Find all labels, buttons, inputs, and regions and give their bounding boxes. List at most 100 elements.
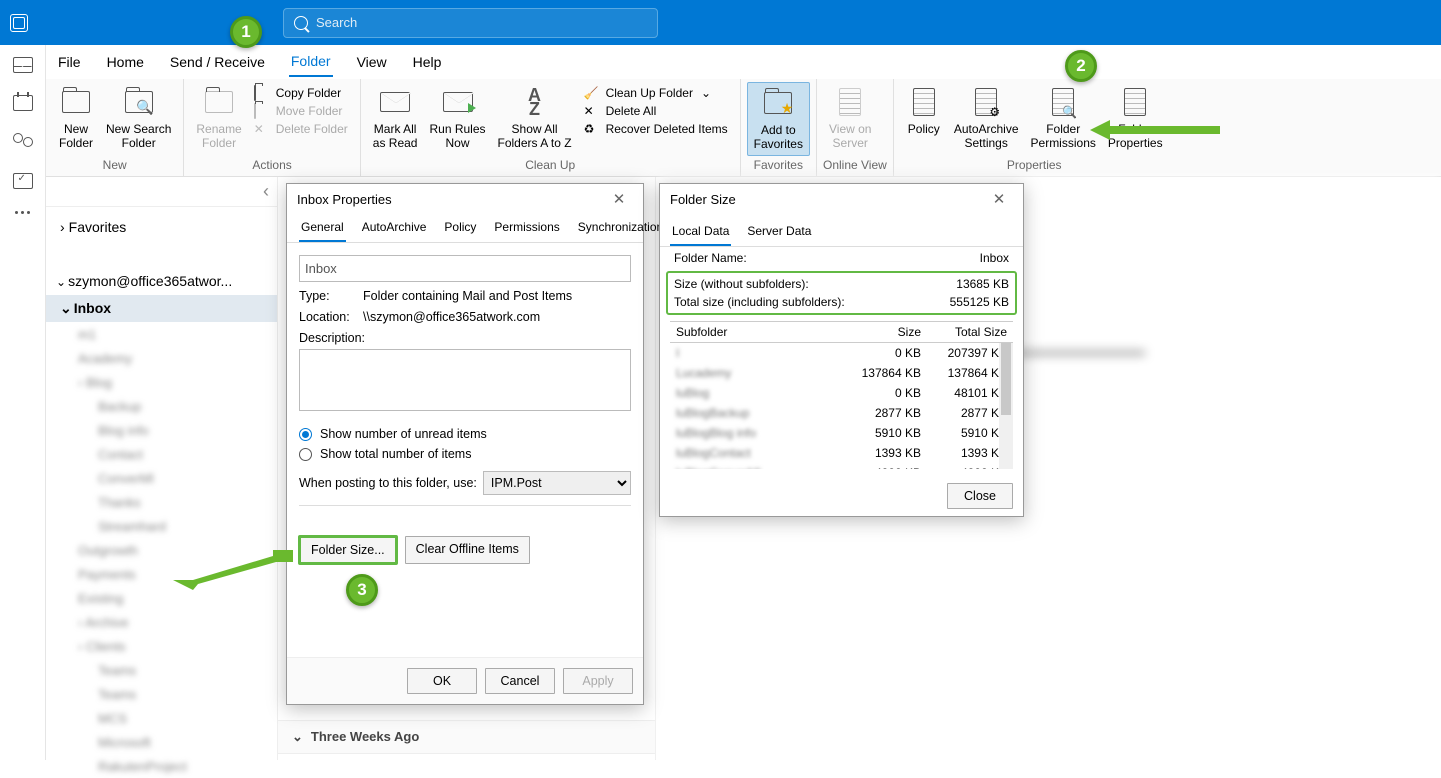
tab-policy[interactable]: Policy bbox=[442, 214, 478, 242]
table-row[interactable]: Lucademy137864 KB137864 KB bbox=[670, 363, 1013, 383]
tab-server-data[interactable]: Server Data bbox=[745, 218, 813, 246]
close-button[interactable]: Close bbox=[947, 483, 1013, 509]
folder-size-dialog: Folder Size ✕ Local Data Server Data Fol… bbox=[659, 183, 1024, 517]
clear-offline-button[interactable]: Clear Offline Items bbox=[405, 536, 530, 564]
tab-general[interactable]: General bbox=[299, 214, 346, 242]
show-all-az-button[interactable]: AZ Show All Folders A to Z bbox=[492, 82, 578, 154]
date-section[interactable]: Three Weeks Ago bbox=[278, 720, 655, 754]
list-item[interactable]: › Clients bbox=[64, 634, 277, 658]
subfolder-table: Subfolder Size Total Size I0 KB207397 KB… bbox=[670, 321, 1013, 469]
list-item[interactable]: Blog info bbox=[64, 418, 277, 442]
menu-file[interactable]: File bbox=[56, 48, 83, 76]
folder-name-field[interactable] bbox=[299, 255, 631, 282]
table-row[interactable]: luBlogBlog info5910 KB5910 KB bbox=[670, 423, 1013, 443]
menu-bar: File Home Send / Receive Folder View Hel… bbox=[46, 45, 1441, 79]
ribbon-group-cleanup: Mark All as Read Run Rules Now AZ Show A… bbox=[361, 79, 741, 176]
menu-home[interactable]: Home bbox=[105, 48, 146, 76]
new-folder-button[interactable]: New Folder bbox=[52, 82, 100, 154]
close-icon[interactable]: ✕ bbox=[985, 190, 1013, 208]
collapse-nav-icon[interactable]: ‹ bbox=[263, 181, 269, 202]
ribbon-group-actions: Rename Folder Copy Folder Move Folder ✕D… bbox=[184, 79, 360, 176]
list-item[interactable]: Microsoft bbox=[64, 730, 277, 754]
tasks-icon[interactable] bbox=[13, 173, 33, 189]
scrollbar[interactable] bbox=[999, 343, 1013, 469]
tab-local-data[interactable]: Local Data bbox=[670, 218, 731, 246]
ok-button[interactable]: OK bbox=[407, 668, 477, 694]
description-textarea[interactable] bbox=[299, 349, 631, 411]
list-item[interactable]: ConverMl bbox=[64, 466, 277, 490]
radio-unread[interactable]: Show number of unread items bbox=[299, 427, 631, 441]
location-label: Location: bbox=[299, 310, 363, 324]
list-item[interactable]: m1 bbox=[64, 322, 277, 346]
calendar-icon[interactable] bbox=[13, 95, 33, 111]
delete-all-button[interactable]: ✕Delete All bbox=[584, 104, 728, 118]
add-to-favorites-button[interactable]: ★ Add to Favorites bbox=[747, 82, 810, 156]
callout-2: 2 bbox=[1065, 50, 1097, 82]
group-label-properties: Properties bbox=[900, 156, 1169, 176]
list-item[interactable]: › Blog bbox=[64, 370, 277, 394]
run-rules-button[interactable]: Run Rules Now bbox=[423, 82, 491, 154]
tab-synchronization[interactable]: Synchronization bbox=[576, 214, 665, 242]
dialog-tabs: General AutoArchive Policy Permissions S… bbox=[287, 214, 643, 243]
list-item[interactable]: MCS bbox=[64, 706, 277, 730]
list-item[interactable]: Contact bbox=[64, 442, 277, 466]
group-label-new: New bbox=[52, 156, 177, 176]
account-node[interactable]: szymon@office365atwor... bbox=[46, 267, 277, 295]
close-icon[interactable]: ✕ bbox=[605, 190, 633, 208]
tab-autoarchive[interactable]: AutoArchive bbox=[360, 214, 429, 242]
inbox-properties-dialog: Inbox Properties ✕ General AutoArchive P… bbox=[286, 183, 644, 705]
list-item[interactable]: Streamhard bbox=[64, 514, 277, 538]
menu-help[interactable]: Help bbox=[411, 48, 444, 76]
tab-permissions[interactable]: Permissions bbox=[492, 214, 561, 242]
col-size: Size bbox=[841, 322, 927, 342]
new-search-folder-button[interactable]: 🔍 New Search Folder bbox=[100, 82, 177, 154]
autoarchive-settings-button[interactable]: ⚙ AutoArchive Settings bbox=[948, 82, 1025, 154]
folder-nav-pane: ‹ Favorites szymon@office365atwor... ⌄In… bbox=[46, 177, 278, 760]
type-label: Type: bbox=[299, 289, 363, 303]
list-item[interactable]: Backup bbox=[64, 394, 277, 418]
ribbon-group-favorites: ★ Add to Favorites Favorites bbox=[741, 79, 817, 176]
folder-size-button[interactable]: Folder Size... bbox=[299, 536, 397, 564]
clean-up-folder-button[interactable]: 🧹Clean Up Folder ⌄ bbox=[584, 86, 728, 100]
table-row[interactable]: I0 KB207397 KB bbox=[670, 343, 1013, 363]
ribbon-group-new: New Folder 🔍 New Search Folder New bbox=[46, 79, 184, 176]
table-row[interactable]: luBlogConverMl4822 KB4822 KB bbox=[670, 463, 1013, 469]
post-select[interactable]: IPM.Post bbox=[483, 471, 631, 495]
menu-send-receive[interactable]: Send / Receive bbox=[168, 48, 267, 76]
recover-deleted-button[interactable]: ♻Recover Deleted Items bbox=[584, 122, 728, 136]
size-value: 13685 KB bbox=[956, 277, 1009, 291]
description-label: Description: bbox=[299, 331, 631, 345]
table-row[interactable]: luBlogBackup2877 KB2877 KB bbox=[670, 403, 1013, 423]
total-size-value: 555125 KB bbox=[950, 295, 1009, 309]
apply-button[interactable]: Apply bbox=[563, 668, 633, 694]
menu-view[interactable]: View bbox=[355, 48, 389, 76]
table-row[interactable]: luBlogContact1393 KB1393 KB bbox=[670, 443, 1013, 463]
more-icon[interactable] bbox=[13, 211, 33, 215]
list-item[interactable]: Teams bbox=[64, 658, 277, 682]
menu-folder[interactable]: Folder bbox=[289, 47, 333, 77]
list-item[interactable]: › Archive bbox=[64, 610, 277, 634]
copy-folder-button[interactable]: Copy Folder bbox=[254, 86, 348, 100]
list-item[interactable]: Teams bbox=[64, 682, 277, 706]
col-total-size: Total Size bbox=[927, 322, 1013, 342]
radio-total[interactable]: Show total number of items bbox=[299, 447, 631, 461]
group-label-actions: Actions bbox=[190, 156, 353, 176]
table-row[interactable]: luBlog0 KB48101 KB bbox=[670, 383, 1013, 403]
policy-button[interactable]: Policy bbox=[900, 82, 948, 140]
cancel-button[interactable]: Cancel bbox=[485, 668, 555, 694]
move-folder-button: Move Folder bbox=[254, 104, 348, 118]
folder-properties-button[interactable]: Folder Properties bbox=[1102, 82, 1169, 154]
folder-permissions-button[interactable]: 🔍 Folder Permissions bbox=[1025, 82, 1102, 154]
callout-1: 1 bbox=[230, 16, 262, 48]
left-rail bbox=[0, 45, 46, 760]
search-input[interactable]: Search bbox=[283, 8, 658, 38]
people-icon[interactable] bbox=[13, 133, 33, 151]
list-item[interactable]: Thanks bbox=[64, 490, 277, 514]
size-label: Size (without subfolders): bbox=[674, 277, 809, 291]
mail-icon[interactable] bbox=[13, 57, 33, 73]
list-item[interactable]: Academy bbox=[64, 346, 277, 370]
list-item[interactable]: RakutenProject bbox=[64, 754, 277, 778]
favorites-header[interactable]: Favorites bbox=[46, 207, 277, 247]
mark-all-read-button[interactable]: Mark All as Read bbox=[367, 82, 424, 154]
folder-inbox[interactable]: ⌄Inbox bbox=[46, 295, 277, 322]
